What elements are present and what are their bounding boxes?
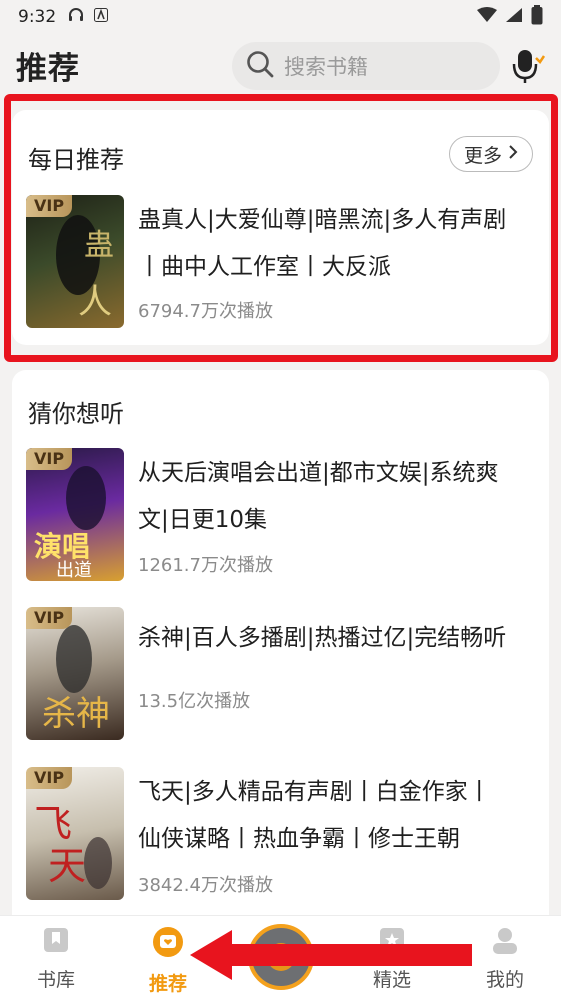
vip-badge: VIP [26, 767, 73, 789]
vip-badge: VIP [26, 607, 73, 629]
book-cover: 演唱 出道 VIP [26, 448, 124, 581]
status-bar: 9:32 [0, 0, 561, 34]
search-bar[interactable]: 搜索书籍 [232, 42, 500, 90]
svg-text:演唱: 演唱 [34, 530, 90, 563]
bottom-tab-bar: 书库 推荐 精选 我的 [0, 915, 561, 997]
book-item[interactable]: 演唱 出道 VIP 从天后演唱会出道|都市文娱|系统爽 文|日更10集 1261… [26, 448, 536, 584]
tab-recommend[interactable]: 推荐 [128, 926, 208, 996]
search-placeholder: 搜索书籍 [284, 55, 368, 79]
header: 推荐 搜索书籍 [0, 34, 561, 96]
tab-library[interactable]: 书库 [16, 926, 96, 992]
voice-assistant-icon [512, 50, 546, 83]
tab-mine[interactable]: 我的 [465, 926, 545, 992]
svg-text:出道: 出道 [56, 560, 92, 581]
svg-text:杀神: 杀神 [42, 694, 110, 734]
tab-label: 推荐 [148, 973, 187, 995]
play-count: 1261.7万次播放 [138, 555, 273, 576]
wifi-icon [477, 6, 497, 28]
section-title-daily: 每日推荐 [28, 146, 124, 174]
user-icon [491, 928, 519, 959]
tab-label: 书库 [36, 969, 75, 991]
svg-text:蛊: 蛊 [84, 228, 114, 263]
svg-text:天: 天 [48, 844, 86, 888]
heart-chat-icon [152, 927, 184, 963]
book-item[interactable]: 蛊 人 VIP 蛊真人|大爱仙尊|暗黑流|多人有声剧 丨曲中人工作室丨大反派 6… [26, 195, 536, 331]
guess-you-like-card: 猜你想听 演唱 出道 VIP 从天后演唱会出道|都市文娱|系统爽 文|日更10集… [12, 370, 549, 930]
page-title: 推荐 [16, 50, 80, 87]
svg-text:飞: 飞 [34, 802, 72, 846]
book-cover: 杀神 VIP [26, 607, 124, 740]
now-playing-button[interactable] [248, 924, 314, 990]
book-cover: 蛊 人 VIP [26, 195, 124, 328]
play-icon [252, 943, 310, 990]
battery-icon [531, 4, 543, 30]
tab-label: 精选 [372, 969, 411, 991]
play-count: 3842.4万次播放 [138, 875, 273, 896]
play-count: 6794.7万次播放 [138, 301, 273, 322]
book-title: 杀神|百人多播剧|热播过亿|完结畅听 [138, 625, 507, 651]
book-item[interactable]: 飞 天 VIP 飞天|多人精品有声剧丨白金作家丨 仙侠谋略丨热血争霸丨修士王朝 … [26, 767, 536, 903]
play-count: 13.5亿次播放 [138, 691, 251, 712]
more-button[interactable]: 更多 [448, 136, 533, 172]
vip-badge: VIP [26, 195, 73, 217]
svg-text:人: 人 [78, 282, 112, 322]
star-icon [378, 928, 406, 959]
daily-recommend-card: 每日推荐 更多 蛊 人 VIP 蛊真人|大爱仙尊|暗黑流|多人有声剧 丨曲中人工… [12, 110, 549, 345]
section-title-guess: 猜你想听 [28, 400, 124, 428]
book-title: 飞天|多人精品有声剧丨白金作家丨 仙侠谋略丨热血争霸丨修士王朝 [138, 779, 491, 852]
app-notification-icon [94, 8, 109, 26]
more-label: 更多 [463, 144, 502, 167]
tab-label: 我的 [485, 969, 524, 991]
chevron-right-icon [508, 143, 518, 165]
bookmark-icon [42, 928, 70, 959]
headphones-icon [68, 8, 84, 26]
vip-badge: VIP [26, 448, 73, 470]
tab-featured[interactable]: 精选 [352, 926, 432, 992]
book-title: 从天后演唱会出道|都市文娱|系统爽 文|日更10集 [138, 460, 499, 533]
voice-assistant-button[interactable] [512, 48, 546, 84]
search-icon [246, 50, 284, 83]
book-item[interactable]: 杀神 VIP 杀神|百人多播剧|热播过亿|完结畅听 13.5亿次播放 [26, 607, 536, 743]
signal-icon [505, 7, 523, 28]
status-time: 9:32 [18, 7, 57, 27]
book-cover: 飞 天 VIP [26, 767, 124, 900]
book-title: 蛊真人|大爱仙尊|暗黑流|多人有声剧 丨曲中人工作室丨大反派 [138, 207, 507, 280]
